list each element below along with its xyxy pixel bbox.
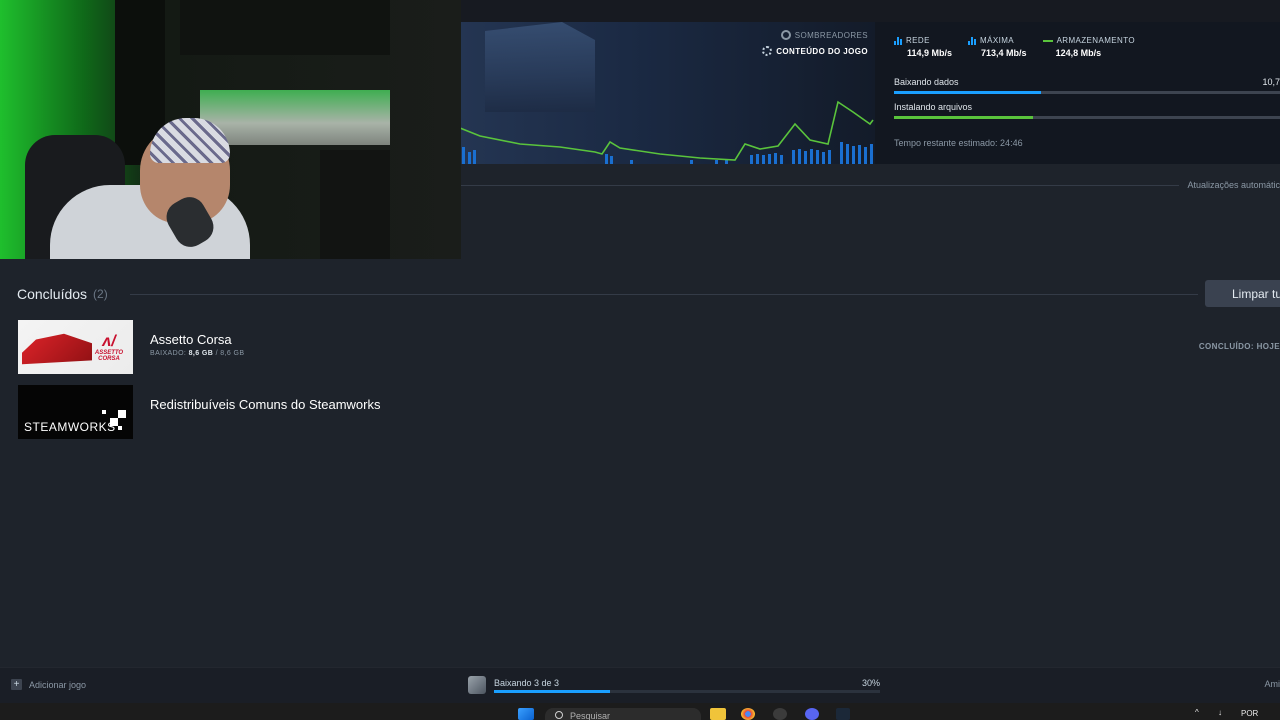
progress-download-label: Baixando dados xyxy=(894,77,959,87)
stat-peak-label: MÁXIMA xyxy=(980,36,1014,45)
clear-all-button[interactable]: Limpar tu xyxy=(1205,280,1280,307)
install-phase: SOMBREADORES CONTEÚDO DO JOGO xyxy=(762,30,868,56)
game-thumbnail[interactable]: ʌ/ ASSETTO CORSA xyxy=(18,320,133,374)
steam-icon[interactable] xyxy=(836,708,850,720)
windows-taskbar: Pesquisar ^ ↓ POR xyxy=(0,703,1280,720)
tray-chevron-icon[interactable]: ^ xyxy=(1195,708,1199,717)
stat-network-value: 114,9 Mb/s xyxy=(907,48,953,58)
speed-stats: REDE 114,9 Mb/s MÁXIMA 713,4 Mb/s ARMAZE… xyxy=(894,36,1135,58)
downloading-label: Baixando 3 de 3 xyxy=(494,678,560,688)
progress-download-bar xyxy=(894,91,1041,94)
section-divider xyxy=(130,294,1198,295)
phase-content: CONTEÚDO DO JOGO xyxy=(776,46,868,56)
game-thumbnail[interactable]: STEAMWORKS xyxy=(18,385,133,439)
bottom-bar: + Adicionar jogo Baixando 3 de 3 30% Ami xyxy=(0,667,1280,703)
progress-download-value: 10,7 xyxy=(1262,77,1280,87)
logo-text: ASSETTO CORSA xyxy=(94,350,124,362)
peak-bars-icon xyxy=(968,36,977,45)
network-bars-icon xyxy=(894,36,902,45)
item-name[interactable]: Assetto Corsa xyxy=(150,332,232,347)
upper-cabinet xyxy=(180,0,390,55)
download-data-progress: Baixando dados 10,7 xyxy=(894,77,1280,94)
plus-icon: + xyxy=(11,679,22,690)
game-avatar-icon xyxy=(468,676,486,694)
stat-peak-value: 713,4 Mb/s xyxy=(981,48,1027,58)
download-stats-panel: SOMBREADORES CONTEÚDO DO JOGO REDE 114,9… xyxy=(460,22,1280,164)
shaders-icon xyxy=(780,30,791,40)
search-placeholder: Pesquisar xyxy=(570,711,611,720)
search-icon xyxy=(555,711,563,719)
add-game-label: Adicionar jogo xyxy=(29,679,87,690)
disk-line-icon xyxy=(1042,39,1053,42)
auto-updates-divider[interactable]: Atualizações automátic xyxy=(459,180,1280,190)
completed-item[interactable]: STEAMWORKS Redistribuíveis Comuns do Ste… xyxy=(18,385,1280,439)
item-status: CONCLUÍDO: HOJE xyxy=(1198,342,1280,351)
auto-updates-label[interactable]: Atualizações automátic xyxy=(1187,180,1280,190)
file-explorer-icon[interactable] xyxy=(710,708,726,720)
webcam-overlay xyxy=(0,0,461,259)
loading-spinner-icon xyxy=(762,46,773,56)
time-remaining: Tempo restante estimado: 24:46 xyxy=(894,138,1023,148)
logo-square xyxy=(102,410,106,414)
completed-title: Concluídos xyxy=(17,286,88,302)
assetto-corsa-logo: ʌ/ ASSETTO CORSA xyxy=(89,334,129,363)
logo-square xyxy=(118,410,126,418)
download-progress-track xyxy=(494,690,880,693)
stat-storage-value: 124,8 Mb/s xyxy=(1055,48,1102,58)
install-files-progress: Instalando arquivos xyxy=(894,102,1280,119)
size-total: / 8,6 GB xyxy=(215,350,245,357)
stat-peak: MÁXIMA 713,4 Mb/s xyxy=(968,36,1027,58)
size-done: 8,6 GB xyxy=(188,350,214,357)
divider-line xyxy=(459,184,1180,186)
phase-shaders: SOMBREADORES xyxy=(794,30,868,40)
pen-icon[interactable]: ↓ xyxy=(1218,708,1222,717)
logo-square xyxy=(118,426,122,430)
discord-icon[interactable] xyxy=(805,708,819,720)
item-size: BAIXADO: 8,6 GB / 8,6 GB xyxy=(150,350,244,357)
language-indicator[interactable]: POR xyxy=(1241,709,1258,718)
chrome-icon[interactable] xyxy=(741,708,755,720)
lit-shelf xyxy=(200,90,390,145)
download-percent: 30% xyxy=(861,678,880,688)
steamworks-logo: STEAMWORKS xyxy=(24,420,116,434)
stat-storage: ARMAZENAMENTO 124,8 Mb/s xyxy=(1042,36,1135,58)
stat-network: REDE 114,9 Mb/s xyxy=(894,36,952,58)
drawer-unit xyxy=(320,150,390,259)
stat-storage-label: ARMAZENAMENTO xyxy=(1056,36,1135,45)
race-car-artwork xyxy=(22,333,92,365)
add-game-button[interactable]: + Adicionar jogo xyxy=(11,679,86,690)
app-icon[interactable] xyxy=(773,708,787,720)
completed-item[interactable]: ʌ/ ASSETTO CORSA Assetto Corsa BAIXADO: … xyxy=(18,320,1280,374)
completed-section-header: Concluídos (2) xyxy=(17,286,108,302)
windows-start-icon[interactable] xyxy=(518,708,534,720)
item-name[interactable]: Redistribuíveis Comuns do Steamworks xyxy=(150,397,380,412)
size-prefix: BAIXADO: xyxy=(150,350,187,357)
progress-install-bar xyxy=(894,116,1033,119)
download-progress-fill xyxy=(494,690,610,693)
stat-network-label: REDE xyxy=(906,36,930,45)
completed-count: (2) xyxy=(93,287,108,301)
friends-chat-button[interactable]: Ami xyxy=(1265,679,1280,689)
taskbar-search[interactable]: Pesquisar xyxy=(545,708,701,720)
progress-install-label: Instalando arquivos xyxy=(894,102,973,112)
